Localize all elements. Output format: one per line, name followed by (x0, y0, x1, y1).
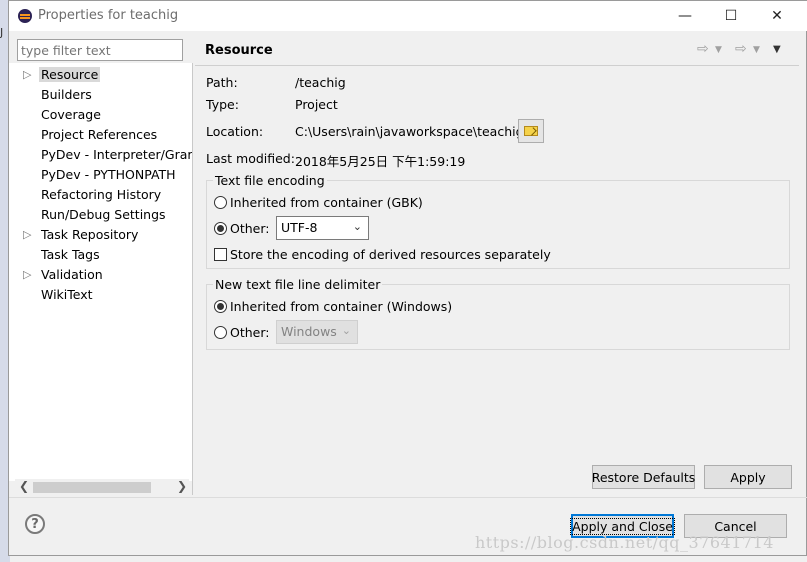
location-label: Location: (206, 124, 264, 139)
view-menu-icon[interactable]: ▼ (773, 44, 781, 55)
delimiter-select[interactable]: Windows ⌄ (276, 320, 358, 344)
delimiter-other-label: Other: (230, 325, 270, 340)
page-title: Resource (205, 43, 273, 58)
cancel-label: Cancel (714, 518, 757, 534)
tree-item-label: Validation (41, 267, 103, 282)
tree-item-label: PyDev - Interpreter/Grar (41, 147, 193, 162)
show-in-explorer-button[interactable] (518, 119, 544, 143)
open-folder-icon (524, 126, 538, 136)
scroll-right-icon[interactable]: ❯ (177, 479, 187, 493)
line-delimiter-group-title: New text file line delimiter (213, 277, 383, 292)
tree-horizontal-scrollbar[interactable]: ❮ ❯ (15, 479, 189, 496)
tree-item-label: WikiText (41, 287, 93, 302)
close-button[interactable]: ✕ (754, 1, 800, 31)
tree-item-builders[interactable]: Builders (19, 85, 192, 105)
minimize-button[interactable]: — (662, 1, 708, 31)
forward-menu-icon[interactable]: ▼ (753, 45, 760, 55)
type-label: Type: (206, 97, 239, 112)
maximize-button[interactable]: ☐ (708, 1, 754, 31)
apply-button[interactable]: Apply (704, 465, 792, 489)
delimiter-inherited-radio[interactable] (214, 300, 227, 313)
apply-label: Apply (730, 469, 766, 485)
tree-item-label: Task Tags (41, 247, 100, 262)
encoding-select[interactable]: UTF-8 ⌄ (276, 216, 369, 240)
tree-item-wikitext[interactable]: WikiText (19, 285, 192, 305)
restore-defaults-label: Restore Defaults (591, 469, 696, 485)
last-modified-value: 2018年5月25日 下午1:59:19 (295, 154, 466, 169)
expand-arrow-icon[interactable]: ▷ (23, 68, 31, 81)
tree-item-label: Builders (41, 87, 92, 102)
category-tree: ▷ Resource Builders Coverage Project Ref… (9, 63, 193, 481)
filter-input[interactable] (17, 39, 183, 61)
tree-item-label: Resource (39, 67, 101, 82)
type-value: Project (295, 97, 338, 112)
delimiter-other-radio[interactable] (214, 326, 227, 339)
encoding-inherited-label: Inherited from container (GBK) (230, 195, 423, 210)
background-app-text: J (0, 26, 4, 39)
tree-item-label: Project References (41, 127, 158, 142)
text-encoding-group-title: Text file encoding (213, 173, 327, 188)
tree-item-run-debug-settings[interactable]: Run/Debug Settings (19, 205, 192, 225)
help-button[interactable]: ? (25, 514, 45, 534)
watermark-text: https://blog.csdn.net/qq_37641714 (475, 533, 774, 552)
tree-item-label: Coverage (41, 107, 101, 122)
maximize-icon: ☐ (724, 8, 738, 24)
encoding-other-label: Other: (230, 221, 270, 236)
expand-arrow-icon[interactable]: ▷ (23, 228, 31, 241)
path-label: Path: (206, 75, 238, 90)
last-modified-label: Last modified: (206, 151, 295, 166)
properties-dialog: Properties for teachig — ☐ ✕ ▷ Resource … (8, 0, 807, 556)
header-divider (195, 65, 799, 66)
chevron-down-icon: ⌄ (341, 324, 351, 337)
tree-item-label: PyDev - PYTHONPATH (41, 167, 176, 182)
expand-arrow-icon[interactable]: ▷ (23, 268, 31, 281)
tree-item-task-tags[interactable]: Task Tags (19, 245, 192, 265)
path-value: /teachig (295, 75, 346, 90)
close-icon: ✕ (771, 8, 783, 24)
tree-item-project-references[interactable]: Project References (19, 125, 192, 145)
encoding-inherited-radio[interactable] (214, 196, 227, 209)
tree-item-validation[interactable]: ▷ Validation (19, 265, 192, 285)
store-encoding-label: Store the encoding of derived resources … (230, 247, 551, 262)
tree-item-resource[interactable]: ▷ Resource (19, 65, 192, 85)
store-encoding-checkbox[interactable] (214, 248, 227, 261)
tree-item-task-repository[interactable]: ▷ Task Repository (19, 225, 192, 245)
encoding-other-radio[interactable] (214, 222, 227, 235)
restore-defaults-button[interactable]: Restore Defaults (592, 465, 695, 489)
tree-item-refactoring-history[interactable]: Refactoring History (19, 185, 192, 205)
tree-item-pydev-interpreter[interactable]: PyDev - Interpreter/Grar (19, 145, 193, 165)
back-menu-icon[interactable]: ▼ (715, 45, 722, 55)
title-bar: Properties for teachig — ☐ ✕ (9, 1, 807, 31)
tree-item-label: Task Repository (41, 227, 139, 242)
scroll-left-icon[interactable]: ❮ (19, 479, 29, 493)
forward-arrow-icon[interactable]: ⇨ (735, 41, 747, 57)
pane-splitter[interactable] (192, 63, 193, 495)
apply-and-close-label: Apply and Close (570, 517, 675, 535)
back-arrow-icon[interactable]: ⇨ (697, 41, 709, 57)
tree-item-label: Run/Debug Settings (41, 207, 166, 222)
chevron-down-icon: ⌄ (352, 220, 362, 233)
delimiter-select-value: Windows (281, 324, 337, 339)
footer-divider (9, 497, 807, 498)
tree-item-coverage[interactable]: Coverage (19, 105, 192, 125)
help-icon: ? (31, 516, 39, 532)
delimiter-inherited-label: Inherited from container (Windows) (230, 299, 453, 314)
encoding-select-value: UTF-8 (281, 220, 318, 235)
page-header: Resource ⇨ ▼ ⇨ ▼ ▼ (195, 37, 797, 65)
location-value: C:\Users\rain\javaworkspace\teachig (295, 124, 524, 139)
tree-item-pydev-pythonpath[interactable]: PyDev - PYTHONPATH (19, 165, 192, 185)
tree-item-label: Refactoring History (41, 187, 162, 202)
scrollbar-thumb[interactable] (33, 482, 151, 493)
window-title: Properties for teachig (38, 8, 179, 23)
eclipse-icon (18, 9, 32, 23)
minimize-icon: — (678, 8, 692, 24)
